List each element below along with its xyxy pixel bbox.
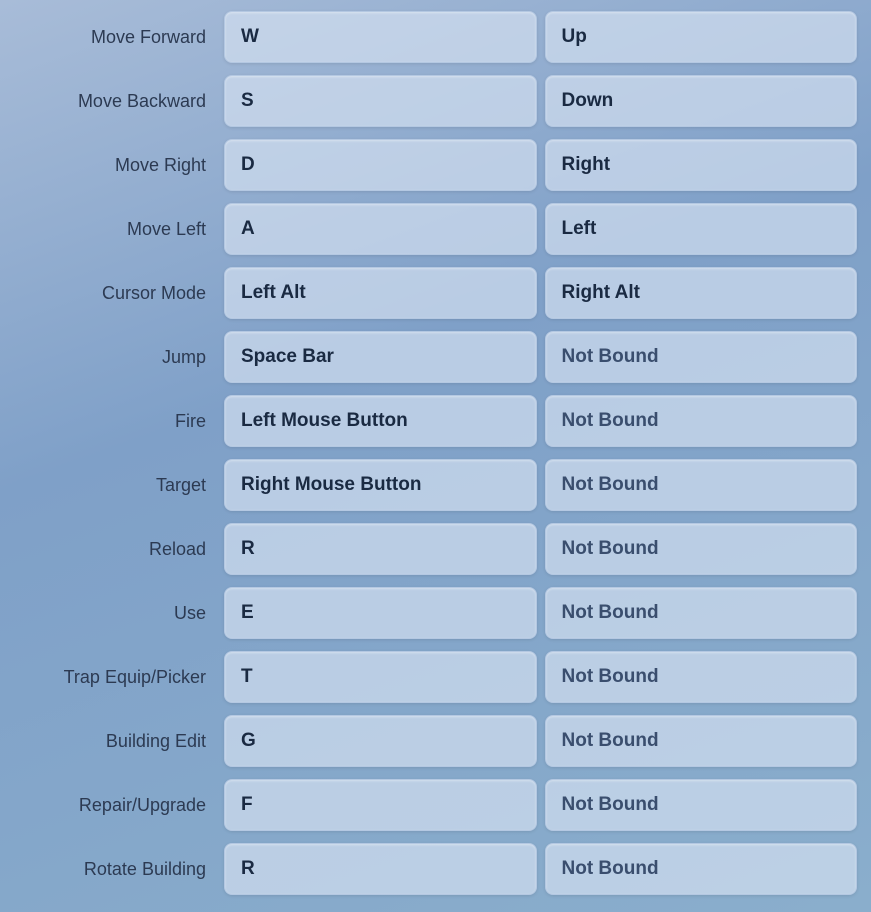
primary-keybind-button[interactable]: W: [224, 11, 537, 63]
keybind-row: JumpSpace BarNot Bound: [10, 328, 861, 386]
primary-keybind-button[interactable]: Right Mouse Button: [224, 459, 537, 511]
secondary-keybind-button[interactable]: Not Bound: [545, 587, 858, 639]
keybind-table: Move ForwardWUp Move BackwardSDown Move Ri…: [0, 8, 871, 904]
primary-keybind-button[interactable]: T: [224, 651, 537, 703]
keybind-row: Cursor ModeLeft AltRight Alt: [10, 264, 861, 322]
secondary-keybind-button[interactable]: Not Bound: [545, 779, 858, 831]
keybind-row: Move LeftALeft: [10, 200, 861, 258]
secondary-keybind-button[interactable]: Not Bound: [545, 395, 858, 447]
keybind-row: Move BackwardSDown: [10, 72, 861, 130]
keybind-row: Move RightDRight: [10, 136, 861, 194]
action-label: Move Right: [10, 155, 220, 176]
secondary-keybind-button[interactable]: Right: [545, 139, 858, 191]
action-label: Cursor Mode: [10, 283, 220, 304]
action-label: Use: [10, 603, 220, 624]
keybind-row: Move ForwardWUp: [10, 8, 861, 66]
secondary-keybind-button[interactable]: Right Alt: [545, 267, 858, 319]
secondary-keybind-button[interactable]: Not Bound: [545, 331, 858, 383]
action-label: Target: [10, 475, 220, 496]
primary-keybind-button[interactable]: R: [224, 523, 537, 575]
keybind-row: ReloadRNot Bound: [10, 520, 861, 578]
primary-keybind-button[interactable]: R: [224, 843, 537, 895]
primary-keybind-button[interactable]: Left Alt: [224, 267, 537, 319]
secondary-keybind-button[interactable]: Not Bound: [545, 651, 858, 703]
action-label: Fire: [10, 411, 220, 432]
action-label: Move Forward: [10, 27, 220, 48]
keybind-row: Building EditGNot Bound: [10, 712, 861, 770]
secondary-keybind-button[interactable]: Down: [545, 75, 858, 127]
primary-keybind-button[interactable]: D: [224, 139, 537, 191]
action-label: Jump: [10, 347, 220, 368]
action-label: Move Left: [10, 219, 220, 240]
primary-keybind-button[interactable]: Space Bar: [224, 331, 537, 383]
action-label: Move Backward: [10, 91, 220, 112]
primary-keybind-button[interactable]: G: [224, 715, 537, 767]
primary-keybind-button[interactable]: S: [224, 75, 537, 127]
secondary-keybind-button[interactable]: Up: [545, 11, 858, 63]
keybind-row: FireLeft Mouse ButtonNot Bound: [10, 392, 861, 450]
secondary-keybind-button[interactable]: Left: [545, 203, 858, 255]
keybind-row: Repair/UpgradeFNot Bound: [10, 776, 861, 834]
action-label: Reload: [10, 539, 220, 560]
primary-keybind-button[interactable]: F: [224, 779, 537, 831]
keybind-row: UseENot Bound: [10, 584, 861, 642]
primary-keybind-button[interactable]: E: [224, 587, 537, 639]
secondary-keybind-button[interactable]: Not Bound: [545, 843, 858, 895]
action-label: Trap Equip/Picker: [10, 667, 220, 688]
primary-keybind-button[interactable]: Left Mouse Button: [224, 395, 537, 447]
primary-keybind-button[interactable]: A: [224, 203, 537, 255]
action-label: Building Edit: [10, 731, 220, 752]
secondary-keybind-button[interactable]: Not Bound: [545, 459, 858, 511]
keybind-row: TargetRight Mouse ButtonNot Bound: [10, 456, 861, 514]
action-label: Repair/Upgrade: [10, 795, 220, 816]
keybind-row: Trap Equip/PickerTNot Bound: [10, 648, 861, 706]
keybind-row: Rotate BuildingRNot Bound: [10, 840, 861, 898]
action-label: Rotate Building: [10, 859, 220, 880]
secondary-keybind-button[interactable]: Not Bound: [545, 715, 858, 767]
secondary-keybind-button[interactable]: Not Bound: [545, 523, 858, 575]
